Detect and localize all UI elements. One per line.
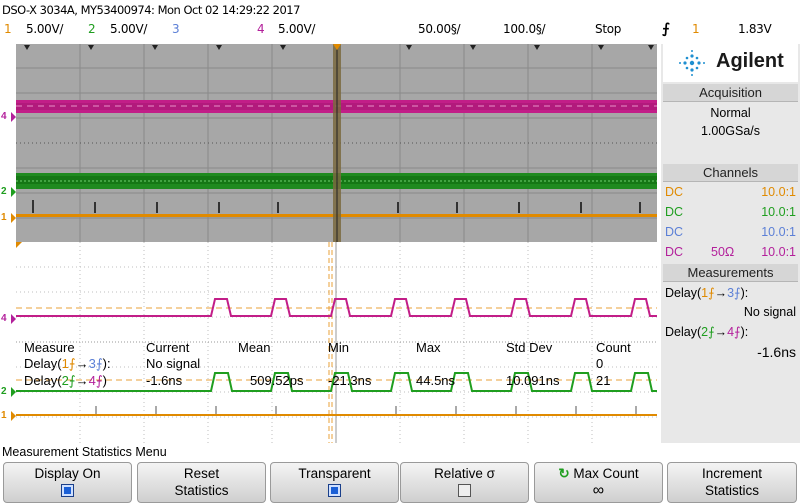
status-bar: DSO-X 3034A, MY53400974: Mon Oct 02 14:2… <box>0 0 800 44</box>
acquisition-mode: Normal <box>710 106 751 120</box>
transparent-label: Transparent <box>298 466 371 481</box>
ch2-number[interactable]: 2 <box>88 22 96 36</box>
run-state[interactable]: Stop <box>595 22 621 36</box>
stats-row2-mean: 509.52ps <box>250 373 304 388</box>
relative-sigma-label: Relative σ <box>434 466 495 481</box>
trigger-level[interactable]: 1.83V <box>738 22 772 36</box>
acquisition-header[interactable]: Acquisition <box>663 84 798 102</box>
ch2-scale[interactable]: 5.00V/ <box>110 22 147 36</box>
ch2-zoom-ground-marker[interactable]: 2 <box>0 385 16 399</box>
stats-row1-count: 0 <box>596 356 604 371</box>
trigger-source[interactable]: 1 <box>692 22 700 36</box>
channels-header[interactable]: Channels <box>663 164 798 182</box>
ch3-number[interactable]: 3 <box>172 22 180 36</box>
overview-waveform-area[interactable] <box>16 44 657 242</box>
menu-title: Measurement Statistics Menu <box>2 445 167 459</box>
measurement-2-value: -1.6ns <box>757 344 796 360</box>
stats-row1-measure: Delay(1⨍→3⨍): <box>24 356 111 371</box>
reset-statistics-softkey[interactable]: Reset Statistics <box>137 462 266 503</box>
stats-row2-measure: Delay(2⨍→4⨍) <box>24 373 107 388</box>
stats-header-stddev: Std Dev <box>506 340 553 355</box>
ch4-probe: 10.0:1 <box>761 245 796 259</box>
stats-header-count: Count <box>596 340 631 355</box>
ch1-number[interactable]: 1 <box>4 22 12 36</box>
ch4-number[interactable]: 4 <box>257 22 265 36</box>
overview-waveforms <box>16 44 657 242</box>
measurement-1-value: No signal <box>743 305 796 319</box>
stats-row2-stddev: 10.091ns <box>506 373 560 388</box>
brand-name: Agilent <box>716 50 784 72</box>
stats-header-measure: Measure <box>24 340 75 355</box>
display-on-softkey[interactable]: Display On <box>3 462 132 503</box>
stats-header-current: Current <box>146 340 190 355</box>
relative-sigma-checkbox[interactable] <box>458 484 471 497</box>
trigger-edge-icon: ⨍ <box>662 21 670 37</box>
stats-header-max: Max <box>416 340 441 355</box>
instrument-title: DSO-X 3034A, MY53400974: Mon Oct 02 14:2… <box>2 3 300 17</box>
ch4-scale[interactable]: 5.00V/ <box>278 22 315 36</box>
increment-label-line2: Statistics <box>704 483 759 498</box>
stats-header-mean: Mean <box>238 340 271 355</box>
stats-header-min: Min <box>328 340 349 355</box>
stats-row2-count: 21 <box>596 373 611 388</box>
brand-area: Agilent <box>663 44 798 82</box>
ch3-probe: 10.0:1 <box>761 225 796 239</box>
max-count-label: ↻ Max Count <box>558 466 639 481</box>
ch1-probe: 10.0:1 <box>761 185 796 199</box>
zoom-timebase-scale[interactable]: 100.0§/ <box>503 22 546 36</box>
sample-rate: 1.00GSa/s <box>700 124 761 138</box>
stats-row2-current: -1.6ns <box>146 373 183 388</box>
ch1-zoom-ground-marker[interactable]: 1 <box>0 409 16 423</box>
ch2-probe: 10.0:1 <box>761 205 796 219</box>
ch4-zoom-ground-marker[interactable]: 4 <box>0 312 16 326</box>
side-panel: Agilent Acquisition Normal 1.00GSa/s Cha… <box>661 44 800 443</box>
measurement-1-label: Delay(1⨍→3⨍): <box>665 286 749 300</box>
ch4-ground-marker[interactable]: 4 <box>0 110 16 124</box>
scope-display[interactable]: Measure Current Mean Min Max Std Dev Cou… <box>16 44 657 443</box>
reset-label-line1: Reset <box>183 466 220 481</box>
increment-statistics-softkey[interactable]: Increment Statistics <box>667 462 797 503</box>
stats-row1-current: No signal <box>146 356 201 371</box>
zoomed-waveform-area[interactable]: Measure Current Mean Min Max Std Dev Cou… <box>16 242 657 443</box>
transparent-checkbox[interactable] <box>328 484 341 497</box>
measurements-header[interactable]: Measurements <box>663 264 798 282</box>
display-on-label: Display On <box>34 466 101 481</box>
max-count-softkey[interactable]: ↻ Max Count ∞ <box>534 462 663 503</box>
ch1-scale[interactable]: 5.00V/ <box>26 22 63 36</box>
measurement-statistics-table: Measure Current Mean Min Max Std Dev Cou… <box>16 242 657 443</box>
ch1-ground-marker[interactable]: 1 <box>0 211 16 225</box>
max-count-value: ∞ <box>592 482 605 499</box>
increment-label-line1: Increment <box>701 466 763 481</box>
transparent-softkey[interactable]: Transparent <box>270 462 399 503</box>
measurement-2-label: Delay(2⨍→4⨍): <box>665 325 749 339</box>
timebase-scale[interactable]: 50.00§/ <box>418 22 461 36</box>
display-on-checkbox[interactable] <box>61 484 74 497</box>
relative-sigma-softkey[interactable]: Relative σ <box>400 462 529 503</box>
rotate-knob-icon: ↻ <box>558 466 570 481</box>
softkey-bar: Display On Reset Statistics Transparent … <box>0 462 800 503</box>
stats-row2-min: -21.3ns <box>328 373 372 388</box>
agilent-spark-icon <box>679 50 705 76</box>
stats-row2-max: 44.5ns <box>416 373 456 388</box>
reset-label-line2: Statistics <box>174 483 229 498</box>
ch2-ground-marker[interactable]: 2 <box>0 185 16 199</box>
